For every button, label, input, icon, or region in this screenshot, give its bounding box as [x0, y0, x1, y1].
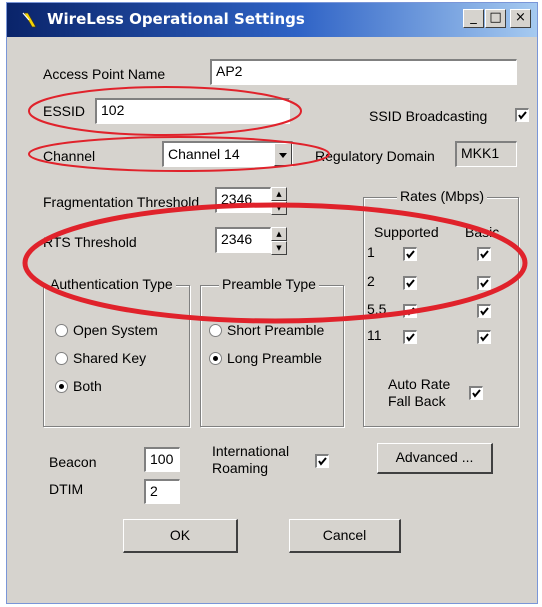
radio-short-preamble[interactable]	[209, 324, 222, 337]
auto-fallback-label-1: Auto Rate	[388, 376, 451, 392]
regulatory-value: MKK1	[455, 141, 517, 167]
close-button[interactable]: ×	[510, 9, 531, 28]
open-system-label: Open System	[73, 322, 158, 338]
channel-label: Channel	[43, 148, 96, 164]
advanced-button[interactable]: Advanced ...	[377, 443, 493, 474]
rate-1-basic-checkbox[interactable]	[477, 247, 491, 261]
radio-both[interactable]	[55, 380, 68, 393]
long-preamble-label: Long Preamble	[227, 350, 322, 366]
roaming-label-2: Roaming	[212, 460, 269, 476]
rts-label: RTS Threshold	[43, 234, 137, 250]
rts-input[interactable]: 2346	[215, 227, 271, 253]
rate-11-basic-checkbox[interactable]	[477, 330, 491, 344]
short-preamble-label: Short Preamble	[227, 322, 325, 338]
essid-label: ESSID	[43, 103, 86, 119]
dialog-window: WireLess Operational Settings _ □ × Acce…	[6, 2, 538, 604]
cancel-button[interactable]: Cancel	[289, 519, 401, 553]
maximize-button[interactable]: □	[485, 9, 506, 28]
ssid-broadcast-label: SSID Broadcasting	[369, 108, 488, 124]
fragmentation-label: Fragmentation Threshold	[43, 194, 200, 210]
auto-fallback-label-2: Fall Back	[388, 393, 446, 409]
beacon-label: Beacon	[49, 454, 97, 470]
title-bar: WireLess Operational Settings _ □ ×	[7, 3, 537, 37]
spin-down-icon[interactable]: ▼	[271, 201, 287, 215]
ssid-broadcast-checkbox[interactable]	[515, 108, 529, 122]
radio-shared-key[interactable]	[55, 352, 68, 365]
auto-fallback-checkbox[interactable]	[469, 386, 483, 400]
rts-spinner[interactable]: ▲ ▼	[271, 227, 287, 255]
rate-2-basic-checkbox[interactable]	[477, 276, 491, 290]
authentication-title: Authentication Type	[47, 276, 176, 292]
channel-value: Channel 14	[168, 146, 240, 162]
fragmentation-spinner[interactable]: ▲ ▼	[271, 187, 287, 215]
rates-title: Rates (Mbps)	[397, 188, 488, 204]
radio-long-preamble[interactable]	[209, 352, 222, 365]
beacon-input[interactable]: 100	[144, 447, 180, 472]
essid-input[interactable]: 102	[95, 98, 290, 124]
radio-open-system[interactable]	[55, 324, 68, 337]
fragmentation-input[interactable]: 2346	[215, 187, 271, 213]
rate-label: 2	[367, 273, 375, 289]
ok-button[interactable]: OK	[123, 519, 238, 553]
preamble-title: Preamble Type	[219, 276, 319, 292]
rate-1-supported-checkbox[interactable]	[403, 247, 417, 261]
roaming-label-1: International	[212, 443, 290, 459]
minimize-button[interactable]: _	[463, 9, 484, 28]
wireless-icon	[22, 12, 37, 28]
regulatory-label: Regulatory Domain	[315, 148, 435, 164]
basic-header: Basic	[465, 224, 500, 240]
rate-11-supported-checkbox[interactable]	[403, 330, 417, 344]
dtim-label: DTIM	[49, 481, 84, 497]
rate-5-5-supported-checkbox[interactable]	[403, 304, 417, 318]
rate-2-supported-checkbox[interactable]	[403, 276, 417, 290]
spin-down-icon[interactable]: ▼	[271, 241, 287, 255]
ap-name-label: Access Point Name	[43, 66, 166, 82]
rate-label: 5.5	[367, 301, 387, 317]
both-label: Both	[73, 378, 102, 394]
shared-key-label: Shared Key	[73, 350, 147, 366]
dtim-input[interactable]: 2	[144, 479, 180, 504]
rate-5-5-basic-checkbox[interactable]	[477, 304, 491, 318]
ap-name-input[interactable]: AP2	[210, 59, 517, 85]
window-title: WireLess Operational Settings	[47, 10, 305, 28]
spin-up-icon[interactable]: ▲	[271, 227, 287, 241]
rate-label: 1	[367, 244, 375, 260]
chevron-down-icon[interactable]	[274, 143, 292, 166]
channel-select[interactable]: Channel 14	[162, 141, 293, 167]
supported-header: Supported	[374, 224, 439, 240]
roaming-checkbox[interactable]	[315, 454, 329, 468]
rate-label: 11	[367, 327, 382, 343]
spin-up-icon[interactable]: ▲	[271, 187, 287, 201]
